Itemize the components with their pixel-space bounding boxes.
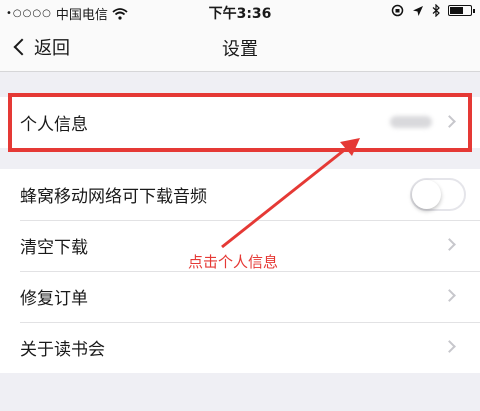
annotation-text: 点击个人信息: [188, 253, 279, 271]
annotation-arrow: [221, 138, 360, 249]
